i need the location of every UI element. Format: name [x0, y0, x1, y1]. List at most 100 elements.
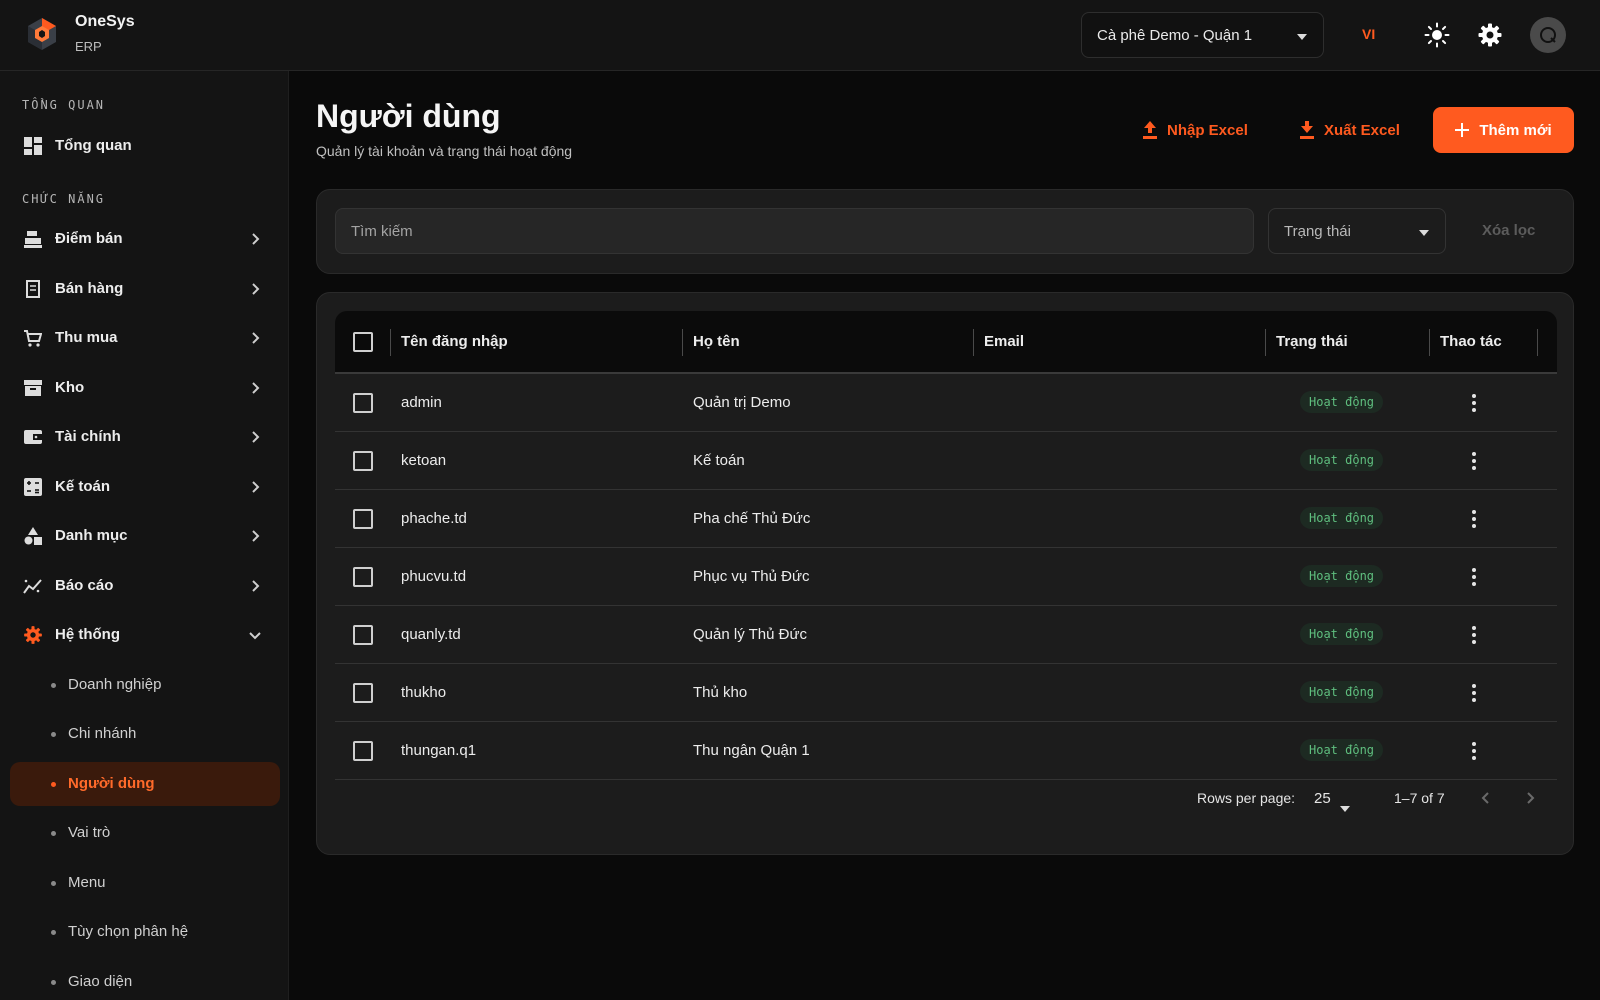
more-vertical-icon[interactable] [1464, 567, 1484, 587]
table-row[interactable]: thungan.q1 Thu ngân Quận 1 Hoạt động [335, 722, 1557, 780]
row-checkbox[interactable] [353, 393, 373, 413]
chevron-right-icon[interactable] [1520, 788, 1540, 808]
table-row[interactable]: thukho Thủ kho Hoạt động [335, 664, 1557, 722]
import-excel-button[interactable]: Nhập Excel [1143, 107, 1248, 153]
branch-select[interactable]: Cà phê Demo - Quận 1 [1081, 12, 1324, 58]
sidebar-item-purchasing[interactable]: Thu mua [10, 316, 280, 360]
sidebar-subitem-label: Chi nhánh [68, 725, 137, 742]
table-row[interactable]: admin Quản trị Demo Hoạt động [335, 374, 1557, 432]
sidebar-item-label: Thu mua [55, 329, 118, 346]
gear-icon [1478, 23, 1502, 47]
sidebar-item-overview[interactable]: Tổng quan [10, 124, 280, 168]
rows-per-page-label: Rows per page: [1197, 790, 1296, 806]
gear-icon [23, 625, 43, 645]
sidebar-subitem-module-options[interactable]: Tùy chọn phân hệ [10, 910, 280, 954]
brand-subtitle: ERP [75, 39, 102, 54]
bullet-dot [51, 782, 56, 787]
export-excel-label: Xuất Excel [1324, 121, 1400, 139]
sidebar-item-pos[interactable]: Điểm bán [10, 217, 280, 261]
row-checkbox[interactable] [353, 625, 373, 645]
row-checkbox[interactable] [353, 451, 373, 471]
column-header-status[interactable]: Trạng thái [1276, 333, 1348, 350]
chevron-right-icon [252, 332, 260, 344]
more-vertical-icon[interactable] [1464, 741, 1484, 761]
export-excel-button[interactable]: Xuất Excel [1300, 107, 1400, 153]
bullet-dot [51, 683, 56, 688]
status-filter-select[interactable]: Trạng thái [1268, 208, 1446, 254]
status-badge: Hoạt động [1300, 681, 1384, 703]
sidebar-subitem-company[interactable]: Doanh nghiệp [10, 663, 280, 707]
caret-down-icon[interactable] [1340, 806, 1350, 812]
sidebar-subitem-appearance[interactable]: Giao diện [10, 960, 280, 1000]
user-avatar[interactable] [1530, 17, 1566, 53]
sidebar-item-label: Kế toán [55, 478, 111, 495]
sidebar-item-warehouse[interactable]: Kho [10, 366, 280, 410]
more-vertical-icon[interactable] [1464, 625, 1484, 645]
language-switch[interactable]: VI [1362, 26, 1375, 42]
row-checkbox[interactable] [353, 683, 373, 703]
sidebar-item-reports[interactable]: Báo cáo [10, 564, 280, 608]
cell-fullname: Phục vụ Thủ Đức [693, 568, 810, 585]
sidebar-subitem-label: Vai trò [68, 824, 111, 841]
page-subtitle: Quản lý tài khoản và trạng thái hoạt độn… [316, 143, 573, 159]
filter-panel: Trạng thái Xóa lọc [316, 189, 1574, 274]
rows-per-page-select[interactable]: 25 [1314, 790, 1331, 807]
column-header-username[interactable]: Tên đăng nhập [401, 333, 508, 350]
sidebar-subitem-roles[interactable]: Vai trò [10, 811, 280, 855]
cell-fullname: Pha chế Thủ Đức [693, 510, 811, 527]
table-row[interactable]: quanly.td Quản lý Thủ Đức Hoạt động [335, 606, 1557, 664]
settings-button[interactable] [1473, 18, 1507, 52]
chevron-right-icon [252, 283, 260, 295]
chevron-right-icon [252, 431, 260, 443]
cell-username: phache.td [401, 510, 467, 527]
theme-toggle-button[interactable] [1420, 18, 1454, 52]
more-vertical-icon[interactable] [1464, 393, 1484, 413]
sidebar-item-accounting[interactable]: Kế toán [10, 465, 280, 509]
sidebar-item-finance[interactable]: Tài chính [10, 415, 280, 459]
status-badge: Hoạt động [1300, 739, 1384, 761]
row-checkbox[interactable] [353, 567, 373, 587]
table-row[interactable]: phache.td Pha chế Thủ Đức Hoạt động [335, 490, 1557, 548]
table-row[interactable]: phucvu.td Phục vụ Thủ Đức Hoạt động [335, 548, 1557, 606]
sidebar-subitem-menu[interactable]: Menu [10, 861, 280, 905]
sidebar-subitem-branch[interactable]: Chi nhánh [10, 712, 280, 756]
receipt-icon [23, 279, 43, 299]
status-badge: Hoạt động [1300, 449, 1384, 471]
column-header-actions: Thao tác [1440, 333, 1502, 350]
sidebar-item-label: Hệ thống [55, 626, 120, 643]
status-badge: Hoạt động [1300, 565, 1384, 587]
status-badge: Hoạt động [1300, 623, 1384, 645]
sidebar-item-catalog[interactable]: Danh mục [10, 514, 280, 558]
more-vertical-icon[interactable] [1464, 451, 1484, 471]
sidebar-subitem-users[interactable]: Người dùng [10, 762, 280, 806]
add-new-button[interactable]: Thêm mới [1433, 107, 1574, 153]
column-divider [1429, 329, 1430, 356]
chevron-left-icon[interactable] [1476, 788, 1496, 808]
column-divider [973, 329, 974, 356]
sidebar-item-system[interactable]: Hệ thống [10, 613, 280, 657]
clear-filter-button[interactable]: Xóa lọc [1482, 222, 1535, 239]
section-label-functions: CHỨC NĂNG [22, 192, 106, 206]
add-new-label: Thêm mới [1479, 121, 1552, 139]
row-checkbox[interactable] [353, 741, 373, 761]
onesys-logo[interactable] [24, 16, 60, 52]
sidebar-item-label: Danh mục [55, 527, 128, 544]
brand-name: OneSys [75, 13, 135, 30]
chevron-right-icon [252, 233, 260, 245]
search-input[interactable] [335, 208, 1254, 254]
table-header: Tên đăng nhập Họ tên Email Trạng thái Th… [335, 311, 1557, 374]
column-header-fullname[interactable]: Họ tên [693, 333, 740, 350]
pagination-range: 1–7 of 7 [1394, 790, 1445, 806]
wallet-icon [23, 427, 43, 447]
table-row[interactable]: ketoan Kế toán Hoạt động [335, 432, 1557, 490]
more-vertical-icon[interactable] [1464, 509, 1484, 529]
more-vertical-icon[interactable] [1464, 683, 1484, 703]
row-checkbox[interactable] [353, 509, 373, 529]
status-badge: Hoạt động [1300, 507, 1384, 529]
select-all-checkbox[interactable] [353, 332, 373, 352]
column-header-email[interactable]: Email [984, 333, 1024, 350]
sidebar-item-label: Tổng quan [55, 137, 132, 154]
bullet-dot [51, 980, 56, 985]
sidebar-item-sales[interactable]: Bán hàng [10, 267, 280, 311]
import-excel-label: Nhập Excel [1167, 121, 1248, 139]
